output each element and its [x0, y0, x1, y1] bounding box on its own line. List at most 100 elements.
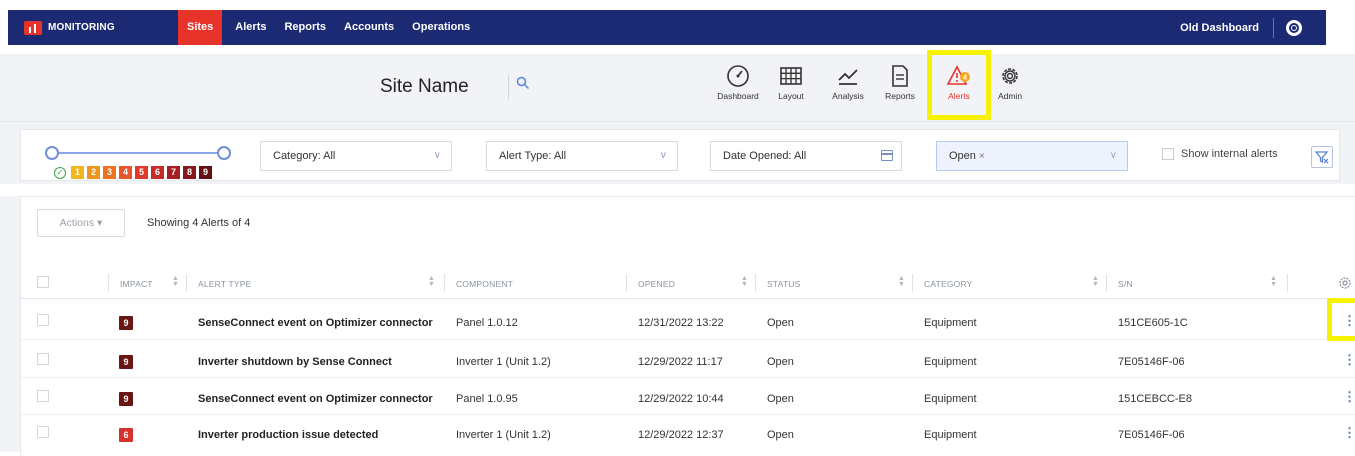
- site-name: Site Name: [380, 76, 469, 97]
- status-multiselect[interactable]: Open × ∨: [936, 141, 1128, 171]
- sort-icon[interactable]: ▲ ▼: [898, 275, 905, 288]
- alert-type-cell[interactable]: SenseConnect event on Optimizer connecto…: [198, 393, 433, 405]
- sort-icon[interactable]: ▲ ▼: [1092, 275, 1099, 288]
- alert-type-cell[interactable]: Inverter shutdown by Sense Connect: [198, 356, 392, 368]
- alert-type-select-value: Alert Type: All: [499, 150, 567, 162]
- category-select[interactable]: Category: All ∨: [260, 141, 452, 171]
- chevron-down-icon: ∨: [1109, 150, 1117, 161]
- chevron-down-icon: ∨: [659, 150, 667, 161]
- column-header-alert-type[interactable]: ALERT TYPE: [198, 279, 252, 289]
- sn-cell: 151CE605-1C: [1118, 317, 1188, 329]
- column-settings-gear-icon[interactable]: [1338, 276, 1352, 290]
- filter-clear-icon: [1314, 151, 1329, 164]
- nav-item-reports[interactable]: Reports: [275, 10, 335, 45]
- row-checkbox[interactable]: [37, 314, 49, 326]
- search-icon[interactable]: [516, 76, 530, 90]
- category-cell: Equipment: [924, 356, 977, 368]
- select-all-checkbox[interactable]: [37, 276, 49, 288]
- impact-badge: 6: [119, 428, 133, 442]
- column-header-impact[interactable]: IMPACT: [120, 279, 153, 289]
- column-header-component[interactable]: COMPONENT: [456, 279, 513, 289]
- brand[interactable]: MONITORING: [24, 20, 174, 35]
- nav-item-sites[interactable]: Sites: [178, 10, 223, 45]
- date-opened-value: Date Opened: All: [723, 150, 807, 162]
- grid-icon: [780, 67, 802, 85]
- toolbar-label: Admin: [997, 91, 1023, 101]
- show-internal-checkbox[interactable]: [1162, 148, 1174, 160]
- column-header-sn[interactable]: S/N: [1118, 279, 1133, 289]
- impact-level-3: 3: [103, 166, 116, 179]
- impact-level-8: 8: [183, 166, 196, 179]
- chart-line-icon: [838, 69, 858, 85]
- impact-level-5: 5: [135, 166, 148, 179]
- filter-panel: ✓ 1 2 3 4 5 6 7 8 9: [20, 129, 1340, 181]
- impact-level-7: 7: [167, 166, 180, 179]
- category-select-value: Category: All: [273, 150, 336, 162]
- calendar-icon[interactable]: [881, 150, 893, 161]
- impact-badge: 9: [119, 355, 133, 369]
- sort-icon[interactable]: ▲ ▼: [1270, 275, 1277, 288]
- sn-cell: 7E05146F-06: [1118, 429, 1185, 441]
- impact-level-2: 2: [87, 166, 100, 179]
- impact-slider-min-handle[interactable]: [45, 146, 59, 160]
- status-cell: Open: [767, 429, 794, 441]
- document-icon: [892, 65, 908, 87]
- clear-filters-button[interactable]: [1311, 146, 1333, 168]
- component-cell: Inverter 1 (Unit 1.2): [456, 356, 551, 368]
- column-header-opened[interactable]: OPENED: [638, 279, 675, 289]
- impact-level-4: 4: [119, 166, 132, 179]
- help-lifebuoy-icon[interactable]: [1286, 19, 1302, 36]
- show-internal-alerts[interactable]: Show internal alerts: [1162, 148, 1278, 160]
- sort-icon[interactable]: ▲ ▼: [428, 275, 435, 288]
- impact-slider-track[interactable]: [51, 152, 229, 154]
- brand-name: MONITORING: [48, 22, 115, 33]
- top-nav-bar: MONITORING Sites Alerts Reports Accounts…: [8, 10, 1326, 45]
- toolbar-label: Layout: [778, 91, 804, 101]
- alert-type-cell[interactable]: SenseConnect event on Optimizer connecto…: [198, 317, 433, 329]
- row-divider: [20, 339, 1355, 340]
- check-icon: ✓: [54, 166, 66, 179]
- date-opened-picker[interactable]: Date Opened: All: [710, 141, 902, 171]
- toolbar-reports-button[interactable]: Reports: [874, 62, 926, 118]
- toolbar-admin-button[interactable]: Admin: [984, 62, 1036, 118]
- row-checkbox[interactable]: [37, 426, 49, 438]
- actions-dropdown-button[interactable]: Actions ▾: [37, 209, 125, 237]
- status-cell: Open: [767, 356, 794, 368]
- row-menu-kebab-icon[interactable]: ⋮: [1343, 389, 1355, 405]
- column-divider: [186, 274, 187, 292]
- component-cell: Panel 1.0.12: [456, 317, 518, 329]
- alert-type-select[interactable]: Alert Type: All ∨: [486, 141, 678, 171]
- sort-icon[interactable]: ▲ ▼: [172, 275, 179, 288]
- nav-item-accounts[interactable]: Accounts: [335, 10, 403, 45]
- impact-slider-max-handle[interactable]: [217, 146, 231, 160]
- column-header-category[interactable]: CATEGORY: [924, 279, 973, 289]
- row-checkbox[interactable]: [37, 353, 49, 365]
- caret-down-icon: ▾: [97, 217, 103, 229]
- sort-icon[interactable]: ▲ ▼: [741, 275, 748, 288]
- chip-remove-icon[interactable]: ×: [979, 151, 985, 162]
- brand-logo-icon: [24, 20, 42, 35]
- nav-item-alerts[interactable]: Alerts: [226, 10, 275, 45]
- show-internal-label: Show internal alerts: [1181, 148, 1278, 160]
- nav-item-operations[interactable]: Operations: [403, 10, 479, 45]
- opened-cell: 12/31/2022 13:22: [638, 317, 724, 329]
- toolbar-dashboard-button[interactable]: Dashboard: [712, 62, 764, 118]
- toolbar-layout-button[interactable]: Layout: [765, 62, 817, 118]
- toolbar-analysis-button[interactable]: Analysis: [822, 62, 874, 118]
- top-navigation: MONITORING Sites Alerts Reports Accounts…: [0, 0, 1355, 54]
- row-checkbox[interactable]: [37, 390, 49, 402]
- impact-badge: 9: [119, 316, 133, 330]
- old-dashboard-link[interactable]: Old Dashboard: [1180, 17, 1274, 38]
- status-cell: Open: [767, 393, 794, 405]
- column-divider: [444, 274, 445, 292]
- impact-level-6: 6: [151, 166, 164, 179]
- row-divider: [20, 414, 1355, 415]
- alert-type-cell[interactable]: Inverter production issue detected: [198, 429, 378, 441]
- status-chip-open: Open: [949, 150, 976, 162]
- impact-level-9: 9: [199, 166, 212, 179]
- column-divider: [1287, 274, 1288, 292]
- row-menu-kebab-icon[interactable]: ⋮: [1343, 425, 1355, 441]
- row-menu-kebab-icon[interactable]: ⋮: [1343, 352, 1355, 368]
- row-divider: [20, 377, 1355, 378]
- column-header-status[interactable]: STATUS: [767, 279, 800, 289]
